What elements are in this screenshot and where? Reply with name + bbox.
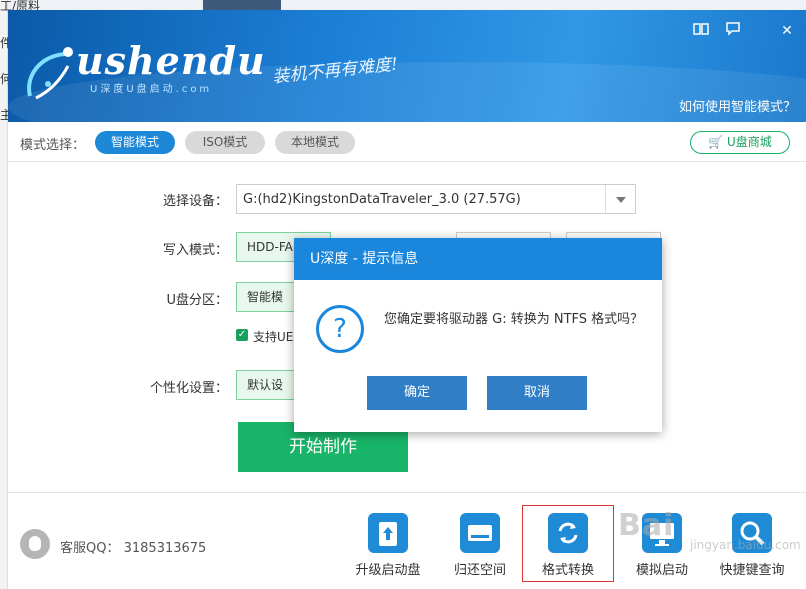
write-mode-label: 写入模式： <box>162 243 228 258</box>
device-select[interactable]: G:(hd2)KingstonDataTraveler_3.0 (27.57G) <box>236 184 636 214</box>
brand-subtitle: U深度U盘启动.com <box>90 84 213 95</box>
dialog-message: 您确定要将驱动器 G: 转换为 NTFS 格式吗？ <box>384 312 644 327</box>
cancel-button[interactable]: 取消 <box>487 376 587 410</box>
smart-mode-button[interactable]: 智能模式 <box>95 131 175 154</box>
iso-mode-button[interactable]: ISO模式 <box>185 131 265 154</box>
desktop-strip <box>0 0 806 10</box>
partition-select[interactable]: 智能模 <box>236 282 302 312</box>
personal-label: 个性化设置： <box>149 381 228 396</box>
chevron-down-icon[interactable] <box>605 185 635 213</box>
qq-contact: 客服QQ： 3185313675 <box>60 537 206 556</box>
qq-number: 3185313675 <box>123 541 207 556</box>
device-value: G:(hd2)KingstonDataTraveler_3.0 (27.57G) <box>243 192 521 207</box>
drive-icon <box>460 513 500 553</box>
brand-name: ushendu <box>76 38 266 83</box>
chat-icon[interactable] <box>724 22 742 40</box>
watermark-url: jingyan.baidu.com <box>690 538 801 552</box>
format-convert-button[interactable]: 格式转换 <box>522 505 614 582</box>
watermark-logo: Bai <box>618 508 675 543</box>
header-banner: ushendu U深度U盘启动.com 装机不再有难度! ✕ 如何使用智能模式？ <box>8 10 806 122</box>
desktop-thumbnail <box>203 0 281 10</box>
partition-label: U盘分区： <box>166 293 228 308</box>
local-mode-button[interactable]: 本地模式 <box>275 131 355 154</box>
close-icon[interactable]: ✕ <box>778 22 796 40</box>
dialog-title: U深度 - 提示信息 <box>294 238 662 280</box>
usb-shop-button[interactable]: 🛒 U盘商城 <box>690 131 790 154</box>
hotkey-lookup-label: 快捷键查询 <box>719 563 785 578</box>
cart-icon: 🛒 <box>708 135 724 149</box>
help-link[interactable]: 如何使用智能模式？ <box>679 96 796 115</box>
restore-space-button[interactable]: 归还空间 <box>440 513 520 578</box>
qq-icon <box>20 529 50 559</box>
footer: 客服QQ： 3185313675 升级启动盘 归还空间 格式转换 模拟启动 快捷… <box>8 492 806 589</box>
upgrade-bootdisk-label: 升级启动盘 <box>355 563 421 578</box>
mode-bar: 模式选择： 智能模式 ISO模式 本地模式 🛒 U盘商城 <box>8 122 806 162</box>
question-icon: ? <box>316 305 364 353</box>
restore-space-label: 归还空间 <box>453 563 506 578</box>
confirm-button[interactable]: 确定 <box>367 376 467 410</box>
personal-select[interactable]: 默认设 <box>236 370 302 400</box>
confirm-dialog: U深度 - 提示信息 ? 您确定要将驱动器 G: 转换为 NTFS 格式吗？ 确… <box>294 238 662 432</box>
upgrade-bootdisk-button[interactable]: 升级启动盘 <box>348 513 428 578</box>
book-icon[interactable] <box>692 22 710 40</box>
desktop-side <box>0 0 8 589</box>
convert-icon <box>548 513 588 553</box>
upload-icon <box>368 513 408 553</box>
format-convert-label: 格式转换 <box>541 563 594 578</box>
mode-label: 模式选择： <box>20 138 86 153</box>
usb-shop-label: U盘商城 <box>726 135 772 149</box>
simulate-boot-label: 模拟启动 <box>635 563 688 578</box>
device-label: 选择设备： <box>162 194 228 209</box>
uefi-label: 支持UE <box>253 330 294 344</box>
uefi-checkbox[interactable]: ✓ <box>236 329 248 341</box>
qq-label: 客服QQ： <box>60 541 120 556</box>
